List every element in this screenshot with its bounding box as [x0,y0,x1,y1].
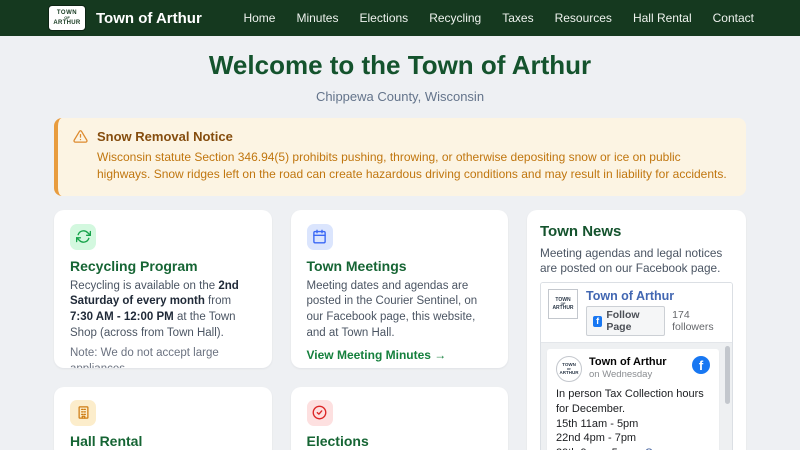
followers-count: 174 followers [672,309,714,334]
card-title: Town Meetings [306,257,407,274]
elections-card: Elections [290,386,508,450]
card-body: Recycling is available on the 2nd Saturd… [70,279,239,339]
brand[interactable]: TOWN OF ARTHUR Town of Arthur [48,5,202,31]
post-timestamp: on Wednesday [589,369,653,381]
check-circle-icon [306,399,333,426]
feed-scrollbar[interactable] [725,346,730,405]
follow-page-button[interactable]: f Follow Page [586,306,666,337]
card-title: Elections [306,432,369,449]
nav-link-recycling[interactable]: Recycling [429,11,481,25]
nav-link-minutes[interactable]: Minutes [296,11,338,25]
card-body: Meeting dates and agendas are posted in … [306,279,478,339]
card-title: Recycling Program [70,257,198,274]
nav-link-hall-rental[interactable]: Hall Rental [633,11,692,25]
view-meeting-minutes-link[interactable]: View Meeting Minutes → [307,348,447,362]
building-icon [70,399,96,426]
recycling-program-card: Recycling Program Recycling is available… [54,209,272,368]
facebook-post: TOWN OF ARTHUR Town of Arthur on Wednesd… [547,349,719,450]
recycle-icon [70,223,96,250]
post-body: In person Tax Collection hours for Decem… [556,387,710,450]
facebook-page-widget: TOWN OF ARTHUR Town of Arthur f Follow P… [540,282,733,450]
town-news-panel: Town News Meeting agendas and legal noti… [527,209,746,450]
facebook-logo-icon[interactable]: f [692,356,710,375]
sidebar-title: Town News [540,222,622,240]
page-content: Welcome to the Town of Arthur Chippewa C… [54,50,746,450]
top-nav-bar: TOWN OF ARTHUR Town of Arthur Home Minut… [0,0,800,36]
card-title: Hall Rental [70,432,143,449]
page-subtitle: Chippewa County, Wisconsin [315,88,485,104]
facebook-page-header: TOWN OF ARTHUR Town of Arthur f Follow P… [541,283,732,343]
alert-triangle-icon [73,130,88,143]
post-author[interactable]: Town of Arthur [589,356,667,368]
card-note: Note: We do not accept large appliances. [70,347,219,368]
nav-link-contact[interactable]: Contact [713,11,754,25]
facebook-page-logo: TOWN OF ARTHUR [548,289,578,320]
main-nav: Home Minutes Elections Recycling Taxes R… [222,11,754,25]
site-title: Town of Arthur [96,9,202,27]
town-meetings-card: Town Meetings Meeting dates and agendas … [290,209,508,368]
post-avatar: TOWN OF ARTHUR [556,356,582,383]
page-title: Welcome to the Town of Arthur [208,50,592,80]
facebook-f-icon: f [593,315,603,327]
nav-link-elections[interactable]: Elections [359,11,408,25]
hall-rental-card: Hall Rental [54,386,272,450]
service-cards: Recycling Program Recycling is available… [54,209,508,450]
facebook-feed: TOWN OF ARTHUR Town of Arthur on Wednesd… [541,342,732,450]
calendar-icon [306,223,333,250]
town-logo-icon: TOWN OF ARTHUR [48,5,86,31]
sidebar-intro: Meeting agendas and legal notices are po… [540,245,723,275]
notice-body: Wisconsin statute Section 346.94(5) proh… [97,149,727,182]
logo-line: ARTHUR [53,20,81,26]
nav-link-resources[interactable]: Resources [555,11,612,25]
nav-link-taxes[interactable]: Taxes [502,11,533,25]
facebook-page-name-link[interactable]: Town of Arthur [586,289,725,303]
snow-removal-notice: Snow Removal Notice Wisconsin statute Se… [54,117,746,196]
notice-title: Snow Removal Notice [97,128,233,144]
nav-link-home[interactable]: Home [243,11,275,25]
